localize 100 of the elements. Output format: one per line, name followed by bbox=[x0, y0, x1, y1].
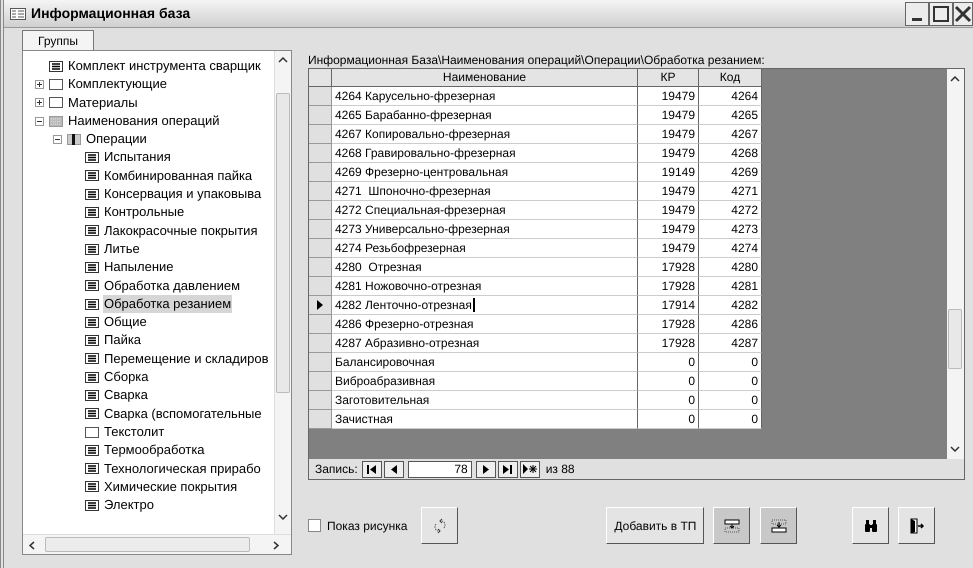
table-cell: 4264 bbox=[699, 87, 762, 106]
table-cell: 4272 bbox=[699, 201, 762, 220]
table-cell: 19479 bbox=[638, 182, 699, 201]
column-header[interactable]: Код bbox=[699, 69, 762, 87]
checkbox-label: Показ рисунка bbox=[327, 518, 408, 534]
vertical-scrollbar[interactable] bbox=[947, 69, 964, 462]
list-icon bbox=[85, 353, 99, 364]
text-cursor bbox=[472, 298, 475, 312]
scroll-thumb[interactable] bbox=[45, 537, 250, 552]
collapse-icon[interactable] bbox=[53, 134, 62, 144]
exit-button[interactable] bbox=[898, 507, 936, 544]
table-cell: 4287 Абразивно-отрезная bbox=[332, 334, 638, 353]
tree-item[interactable]: Материалы bbox=[67, 94, 139, 112]
list-icon bbox=[85, 372, 99, 383]
list-icon bbox=[85, 481, 99, 492]
next-record-button[interactable] bbox=[476, 460, 496, 478]
table-cell: 19149 bbox=[638, 163, 699, 182]
tree-item[interactable]: Наименования операций bbox=[67, 112, 220, 130]
tree-item[interactable]: Лакокрасочные покрытия bbox=[103, 222, 258, 240]
list-icon bbox=[49, 60, 63, 72]
tree-item[interactable]: Литье bbox=[103, 240, 141, 258]
row-selector[interactable] bbox=[309, 296, 332, 315]
collapse-icon[interactable] bbox=[35, 116, 44, 126]
table-cell: 4274 bbox=[699, 239, 762, 258]
list-icon bbox=[85, 244, 99, 255]
table-cell: 0 bbox=[699, 372, 762, 391]
table-cell: 19479 bbox=[638, 220, 699, 239]
table-cell: 4265 bbox=[699, 106, 762, 125]
window-title: Информационная база bbox=[31, 4, 190, 23]
close-button[interactable] bbox=[953, 2, 973, 26]
tree-item[interactable]: Общие bbox=[103, 313, 148, 332]
table-cell: 4267 bbox=[699, 125, 762, 144]
table-cell: 4267 Копировально-фрезерная bbox=[332, 125, 638, 144]
table-cell: 19479 bbox=[638, 87, 699, 106]
tree-item[interactable]: Технологическая прирабо bbox=[103, 460, 262, 478]
tree-item[interactable]: Обработка давлением bbox=[103, 276, 242, 295]
list-icon bbox=[85, 298, 99, 310]
tree-item[interactable]: Контрольные bbox=[103, 203, 186, 222]
tree-item[interactable]: Испытания bbox=[103, 148, 172, 167]
list-icon bbox=[85, 280, 99, 292]
maximize-button[interactable] bbox=[929, 2, 953, 26]
tree-item[interactable]: Комплект инструмента сварщик bbox=[67, 57, 262, 76]
tree-item[interactable]: Термообработка bbox=[103, 441, 206, 460]
table-cell: 19479 bbox=[638, 144, 699, 163]
vertical-scrollbar[interactable] bbox=[274, 51, 291, 535]
show-picture-checkbox[interactable] bbox=[308, 519, 321, 532]
record-number-field[interactable]: 78 bbox=[408, 460, 472, 478]
column-header[interactable]: КР bbox=[638, 69, 699, 87]
list-icon bbox=[85, 444, 99, 456]
tree-item[interactable]: Операции bbox=[85, 130, 148, 148]
last-record-button[interactable] bbox=[498, 460, 518, 478]
tree-item[interactable]: Консервация и упаковыва bbox=[103, 185, 262, 204]
new-record-button[interactable] bbox=[520, 460, 540, 478]
tree-item[interactable]: Химические покрытия bbox=[103, 478, 238, 496]
table-cell: 0 bbox=[699, 410, 762, 429]
record-total: из 88 bbox=[546, 461, 575, 478]
table-cell: 17928 bbox=[638, 315, 699, 334]
tree-item[interactable]: Напыление bbox=[103, 258, 174, 277]
groups-tab[interactable]: Группы bbox=[22, 30, 94, 50]
minimize-button[interactable] bbox=[905, 2, 929, 26]
select-all-corner[interactable] bbox=[309, 69, 332, 87]
insert-row-button[interactable] bbox=[760, 507, 798, 544]
scroll-up-icon bbox=[278, 57, 288, 63]
first-record-button[interactable] bbox=[362, 460, 382, 478]
scroll-down-icon bbox=[950, 446, 960, 452]
tree-item[interactable]: Сварка bbox=[103, 386, 149, 405]
list-icon bbox=[85, 207, 99, 218]
tree-item[interactable]: Пайка bbox=[103, 331, 142, 350]
tree-item[interactable]: Текстолит bbox=[103, 422, 166, 442]
table-cell: 0 bbox=[638, 391, 699, 410]
tree-item[interactable]: Перемещение и складиров bbox=[103, 350, 270, 368]
list-icon bbox=[85, 316, 99, 328]
table-cell: 4286 Фрезерно-отрезная bbox=[332, 315, 638, 334]
search-button[interactable] bbox=[852, 507, 890, 544]
table-cell: Зачистная bbox=[332, 410, 638, 429]
column-header[interactable]: Наименование bbox=[332, 69, 638, 87]
table-cell: 4268 bbox=[699, 144, 762, 163]
expand-icon[interactable] bbox=[35, 98, 44, 108]
table-cell: Виброабразивная bbox=[332, 372, 638, 391]
horizontal-scrollbar[interactable] bbox=[23, 534, 291, 554]
add-to-process-button[interactable]: Добавить в ТП bbox=[606, 507, 704, 544]
scroll-thumb[interactable] bbox=[276, 93, 290, 393]
tree-item[interactable]: Комплектующие bbox=[67, 75, 168, 94]
swap-button[interactable] bbox=[421, 507, 458, 544]
scroll-up-icon bbox=[950, 76, 960, 82]
table-cell: 4280 bbox=[699, 258, 762, 277]
table-cell: 4273 bbox=[699, 220, 762, 239]
expand-icon[interactable] bbox=[35, 80, 44, 89]
insert-row-button[interactable] bbox=[713, 507, 750, 544]
tree-item[interactable]: Сборка bbox=[103, 368, 150, 386]
path-label: Информационная База\Наименования операций\Операции\Обработка резанием: bbox=[308, 52, 766, 68]
tree-item[interactable]: Комбинированная пайка bbox=[103, 166, 254, 186]
table-cell: 19479 bbox=[638, 239, 699, 258]
tree-item[interactable]: Сварка (вспомогательные bbox=[103, 404, 263, 423]
table-cell: 0 bbox=[638, 372, 699, 391]
tree-item[interactable]: Обработка резанием bbox=[103, 294, 232, 314]
tree-item[interactable]: Электро bbox=[103, 496, 155, 514]
previous-record-button[interactable] bbox=[384, 460, 404, 478]
list-icon bbox=[85, 463, 99, 474]
scroll-thumb[interactable] bbox=[948, 309, 962, 369]
